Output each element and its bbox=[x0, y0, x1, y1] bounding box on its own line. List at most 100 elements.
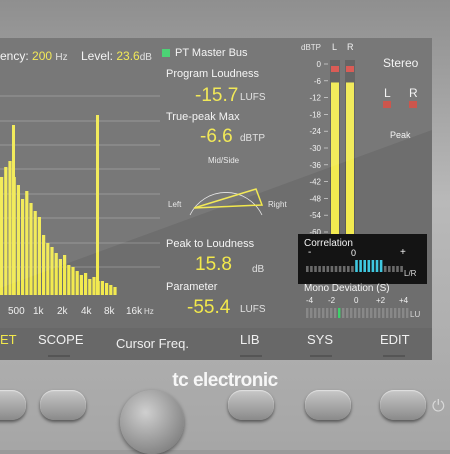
mono-deviation-meter: -4 -2 0 +2 +4 bbox=[306, 296, 409, 318]
spectrum-bar bbox=[88, 279, 92, 295]
mono-bar bbox=[382, 308, 385, 318]
spectrum-tick-label: 4k bbox=[81, 306, 93, 317]
mono-unit: LU bbox=[410, 310, 421, 319]
spectrum-bar bbox=[71, 267, 75, 295]
parameter-unit: LUFS bbox=[240, 304, 266, 315]
level-unit: dB bbox=[139, 52, 152, 63]
meter-scale-label: -54 bbox=[309, 211, 321, 220]
right-peak-indicator bbox=[409, 101, 417, 108]
meter-scale-label: -30 bbox=[309, 144, 321, 153]
main-knob[interactable] bbox=[120, 390, 184, 454]
hardware-button-5[interactable] bbox=[380, 390, 426, 420]
correlation-bar bbox=[383, 266, 387, 272]
freq-label: ency: bbox=[0, 49, 29, 63]
correlation-bar bbox=[306, 266, 309, 272]
correlation-bar bbox=[388, 266, 391, 272]
meter-scale-label: 0 bbox=[317, 60, 322, 69]
tab-underline bbox=[240, 355, 262, 357]
stereo-label: Stereo bbox=[383, 56, 419, 70]
mono-tick-label: 0 bbox=[354, 296, 359, 305]
spectrum-bar bbox=[100, 281, 104, 295]
mono-bar bbox=[366, 308, 369, 318]
tab-lib[interactable]: LIB bbox=[240, 332, 260, 347]
mono-tick-label: +2 bbox=[376, 296, 386, 305]
mono-bar bbox=[322, 308, 325, 318]
correlation-plus: + bbox=[400, 247, 406, 258]
tab-underline bbox=[310, 355, 332, 357]
spectrum-bar bbox=[33, 211, 37, 295]
mono-bar bbox=[318, 308, 321, 318]
mono-bar bbox=[386, 308, 389, 318]
mono-bar bbox=[406, 308, 409, 318]
mono-bar bbox=[370, 308, 373, 318]
parameter-value: -55.4 bbox=[187, 297, 231, 318]
correlation-minus: - bbox=[308, 247, 312, 258]
correlation-bar bbox=[367, 260, 371, 272]
spectrum-bar bbox=[25, 191, 29, 295]
mono-bar bbox=[334, 308, 337, 318]
hardware-button-3[interactable] bbox=[228, 390, 274, 420]
meter-scale-label: -18 bbox=[309, 110, 321, 119]
correlation-bar bbox=[392, 266, 395, 272]
mono-bar bbox=[354, 308, 357, 318]
spectrum-bar bbox=[21, 199, 25, 295]
spectrum-tick-label: 500 bbox=[8, 306, 25, 317]
mono-bar bbox=[394, 308, 397, 318]
meter-scale-label: -36 bbox=[309, 161, 321, 170]
mono-tick-label: -4 bbox=[306, 296, 314, 305]
correlation-bars bbox=[306, 260, 403, 272]
meter-scale-label: -12 bbox=[309, 94, 321, 103]
tab-edit[interactable]: EDIT bbox=[380, 332, 410, 347]
meter-r-label: R bbox=[347, 42, 354, 52]
spectrum-bar bbox=[63, 255, 67, 295]
mono-bar bbox=[358, 308, 361, 318]
mono-bar bbox=[330, 308, 333, 318]
hardware-button-4[interactable] bbox=[305, 390, 351, 420]
spectrum-bar bbox=[42, 235, 46, 295]
meter-l-label: L bbox=[332, 42, 337, 52]
spectrum-tick-label: 16k bbox=[126, 306, 143, 317]
spectrum-analyzer[interactable]: 500 1k 2k 4k 8k 16k Hz bbox=[0, 38, 160, 328]
meter-level-bar bbox=[346, 82, 354, 234]
bus-status-icon bbox=[162, 49, 170, 58]
spectrum-bar bbox=[29, 203, 33, 295]
left-label: Left bbox=[168, 200, 182, 209]
spectrum-bar bbox=[79, 275, 83, 295]
spectrum-tick-label: 1k bbox=[33, 306, 45, 317]
stereo-r-label: R bbox=[409, 86, 418, 100]
meter-scale-label: -6 bbox=[314, 77, 322, 86]
correlation-bar bbox=[400, 266, 403, 272]
correlation-bar bbox=[338, 266, 342, 272]
tab-underline bbox=[48, 355, 70, 357]
correlation-meter: Correlation - 0 + L/R bbox=[298, 234, 427, 284]
correlation-bar bbox=[322, 266, 325, 272]
freq-unit: Hz bbox=[55, 52, 68, 63]
correlation-bar bbox=[363, 260, 366, 272]
hardware-button-1[interactable] bbox=[0, 390, 26, 420]
truepeak-value: -6.6 bbox=[200, 126, 233, 147]
tab-sys[interactable]: SYS bbox=[307, 332, 333, 347]
spectrum-bar bbox=[109, 285, 113, 295]
meter-scale-label: -24 bbox=[309, 127, 321, 136]
tab-scope[interactable]: SCOPE bbox=[38, 332, 84, 347]
spectrum-bar bbox=[46, 243, 50, 295]
spectrum-unit-label: Hz bbox=[144, 307, 154, 316]
level-value: 23.6 bbox=[116, 49, 140, 63]
correlation-zero: 0 bbox=[351, 248, 357, 258]
midside-label: Mid/Side bbox=[208, 156, 240, 165]
hardware-button-2[interactable] bbox=[40, 390, 86, 420]
stereo-l-label: L bbox=[384, 86, 391, 100]
correlation-bar bbox=[334, 266, 338, 272]
spectrum-bar bbox=[50, 247, 54, 295]
power-icon[interactable]: ⏻ bbox=[432, 398, 450, 416]
correlation-bar bbox=[355, 260, 358, 272]
mono-bar bbox=[398, 308, 401, 318]
tab-et[interactable]: ET bbox=[0, 332, 17, 347]
spectrum-bar bbox=[75, 271, 79, 295]
tab-cursor-freq[interactable]: Cursor Freq. bbox=[116, 336, 189, 351]
mono-bar bbox=[338, 308, 341, 318]
spectrum-bar bbox=[8, 161, 12, 295]
mono-bar bbox=[346, 308, 349, 318]
peak-meter[interactable]: dBTP L R0-6-12-18-24-30-36-42-48-54-60 bbox=[300, 38, 368, 234]
cursor-freq-readout: ency: 200 Hz Level: 23.6dB bbox=[0, 49, 152, 63]
